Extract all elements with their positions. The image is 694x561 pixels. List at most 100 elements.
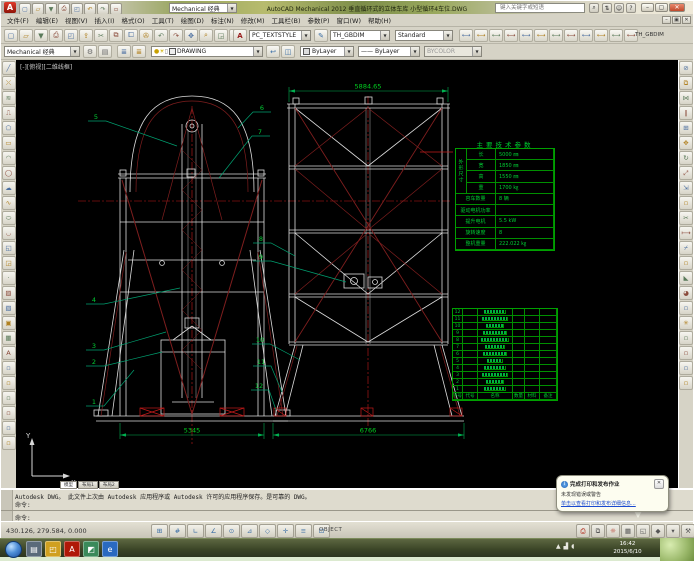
tool-table-icon[interactable]: ▦ — [2, 331, 16, 345]
tool-circle-icon[interactable]: ◯ — [2, 166, 16, 180]
dim-style-combo[interactable]: TH_GBDIM▼ — [330, 30, 390, 41]
app-explorer-icon[interactable]: ▤ — [26, 541, 42, 557]
menu-12[interactable]: 帮助(H) — [368, 15, 391, 25]
menu-6[interactable]: 绘图(D) — [181, 15, 204, 25]
menu-10[interactable]: 参数(P) — [308, 15, 330, 25]
tool-polygon-icon[interactable]: ⬠ — [2, 121, 16, 135]
minimize-button[interactable]: – — [641, 3, 654, 12]
tray-plot-notify-icon[interactable]: ⎙ — [576, 524, 590, 538]
menu-0[interactable]: 文件(F) — [7, 15, 29, 25]
doc-restore-button[interactable]: ▣ — [672, 16, 681, 24]
exchange-icon[interactable]: ⇅ — [602, 3, 612, 13]
zoom-realtime-icon[interactable]: ⌕ — [199, 29, 213, 42]
tab-布局1[interactable]: 布局1 — [78, 481, 98, 489]
text-style-combo[interactable]: PC_TEXTSTYLE▼ — [249, 30, 311, 41]
tool-extend-icon[interactable]: ⟼ — [679, 226, 693, 240]
standard-style-combo[interactable]: Standard▼ — [395, 30, 453, 41]
menu-3[interactable]: 插入(I) — [95, 15, 115, 25]
menu-11[interactable]: 窗口(W) — [337, 15, 362, 25]
open-icon[interactable]: ▱ — [19, 29, 33, 42]
tool-power-erase-icon[interactable]: ▫ — [679, 361, 693, 375]
tray-xref-icon[interactable]: ⧉ — [591, 524, 605, 538]
tray-wrench-icon[interactable]: ⚒ — [681, 524, 694, 538]
mode-ortho-toggle[interactable]: ∟ — [187, 524, 204, 538]
save-icon[interactable]: ▼ — [34, 29, 48, 42]
tool-symbol-icon[interactable]: ▫ — [2, 361, 16, 375]
dim-leader-icon[interactable]: ⟷ — [609, 29, 623, 42]
maximize-button[interactable]: ▢ — [655, 3, 668, 12]
mode-grid-toggle[interactable]: # — [169, 524, 186, 538]
tool-revcloud-icon[interactable]: ☁ — [2, 181, 16, 195]
menu-4[interactable]: 格式(O) — [122, 15, 145, 25]
chevron-down-icon[interactable]: ▼ — [227, 4, 236, 12]
tool-spline-icon[interactable]: ∿ — [2, 196, 16, 210]
menu-2[interactable]: 视图(V) — [65, 15, 88, 25]
dim-aligned-icon[interactable]: ⟷ — [474, 29, 488, 42]
tray-comm-center-icon[interactable]: ☼ — [606, 524, 620, 538]
mode-polar-toggle[interactable]: ∠ — [205, 524, 222, 538]
layer-combo[interactable]: ● ☀ ▯ DRAWING▼ — [151, 46, 263, 57]
tool-chamfer-icon[interactable]: ◣ — [679, 271, 693, 285]
tool-ellipse-icon[interactable]: ⬭ — [2, 211, 16, 225]
autocad-logo-icon[interactable]: A — [4, 2, 16, 13]
match-properties-icon[interactable]: ✇ — [139, 29, 153, 42]
menu-7[interactable]: 标注(N) — [211, 15, 234, 25]
search-icon[interactable]: ⌕ — [589, 3, 599, 13]
volume-icon[interactable]: ◖ — [571, 543, 574, 550]
tool-explode-icon[interactable]: ✳ — [679, 316, 693, 330]
mode-osnap-toggle[interactable]: ⊙ — [223, 524, 240, 538]
tab-布局2[interactable]: 布局2 — [99, 481, 119, 489]
paste-icon[interactable]: ⧠ — [124, 29, 138, 42]
app-folder-icon[interactable]: ◰ — [45, 541, 61, 557]
pan-icon[interactable]: ✥ — [184, 29, 198, 42]
copy-icon[interactable]: ⧉ — [109, 29, 123, 42]
workspace-toolbar-combo[interactable]: Mechanical 经典▼ — [4, 46, 80, 57]
tool-rectangle-icon[interactable]: ▭ — [2, 136, 16, 150]
tool-mirror-icon[interactable]: ⋈ — [679, 91, 693, 105]
mode-ducs-toggle[interactable]: ◇ — [259, 524, 276, 538]
tray-tray-settings-icon[interactable]: ▾ — [666, 524, 680, 538]
tool-properties-icon[interactable]: ▫ — [679, 376, 693, 390]
viewport-label[interactable]: [-][俯视][二维线框] — [20, 62, 72, 71]
network-icon[interactable]: ▟ — [564, 543, 569, 550]
tool-array-icon[interactable]: ⊞ — [679, 121, 693, 135]
mode-dyn-toggle[interactable]: ✛ — [277, 524, 294, 538]
menu-9[interactable]: 工具栏(B) — [271, 15, 300, 25]
publish-icon[interactable]: ⇪ — [79, 29, 93, 42]
dim-diameter-icon[interactable]: ⟷ — [534, 29, 548, 42]
close-button[interactable]: ✕ — [669, 3, 685, 12]
lineweight-combo[interactable]: BYCOLOR▼ — [424, 46, 482, 57]
tool-line-icon[interactable]: ╱ — [2, 61, 16, 75]
dim-angular-icon[interactable]: ⟷ — [549, 29, 563, 42]
tool-mtext-icon[interactable]: A — [2, 346, 16, 360]
tool-ellipse-arc-icon[interactable]: ◡ — [2, 226, 16, 240]
plot-preview-icon[interactable]: ◰ — [64, 29, 78, 42]
dim-linear-icon[interactable]: ⟷ — [459, 29, 473, 42]
layer-previous-icon[interactable]: ↩ — [266, 45, 280, 58]
new-icon[interactable]: ▢ — [4, 29, 18, 42]
undo-icon[interactable]: ↶ — [154, 29, 168, 42]
dim-quick-icon[interactable]: ⟷ — [564, 29, 578, 42]
tab-模型[interactable]: 模型 — [60, 481, 77, 489]
layer-isolate-icon[interactable]: ◫ — [281, 45, 295, 58]
tool-construction-icon[interactable]: ▫ — [2, 376, 16, 390]
tool-move-icon[interactable]: ✥ — [679, 136, 693, 150]
drawing-canvas[interactable]: [-][俯视][二维线框] — [16, 60, 678, 488]
tool-gradient-icon[interactable]: ▧ — [2, 301, 16, 315]
mode-otrack-toggle[interactable]: ⊿ — [241, 524, 258, 538]
notification-close-icon[interactable]: ✕ — [654, 479, 664, 489]
tool-point-icon[interactable]: · — [2, 271, 16, 285]
tray-expand-icon[interactable]: ▲ — [556, 543, 561, 550]
tool-hatch-icon[interactable]: ▨ — [2, 286, 16, 300]
tool-stretch-icon[interactable]: ⇲ — [679, 181, 693, 195]
tool-power-edit-icon[interactable]: ▫ — [679, 331, 693, 345]
tool-offset-icon[interactable]: ∥ — [679, 106, 693, 120]
menu-5[interactable]: 工具(T) — [152, 15, 174, 25]
start-button[interactable] — [5, 541, 22, 558]
tool-xline-icon[interactable]: ⤬ — [2, 76, 16, 90]
tool-scale-icon[interactable]: ⤢ — [679, 166, 693, 180]
dim-baseline-icon[interactable]: ⟷ — [579, 29, 593, 42]
tool-copy-icon[interactable]: ⧉ — [679, 76, 693, 90]
menu-1[interactable]: 编辑(E) — [36, 15, 58, 25]
redo-icon[interactable]: ↷ — [169, 29, 183, 42]
